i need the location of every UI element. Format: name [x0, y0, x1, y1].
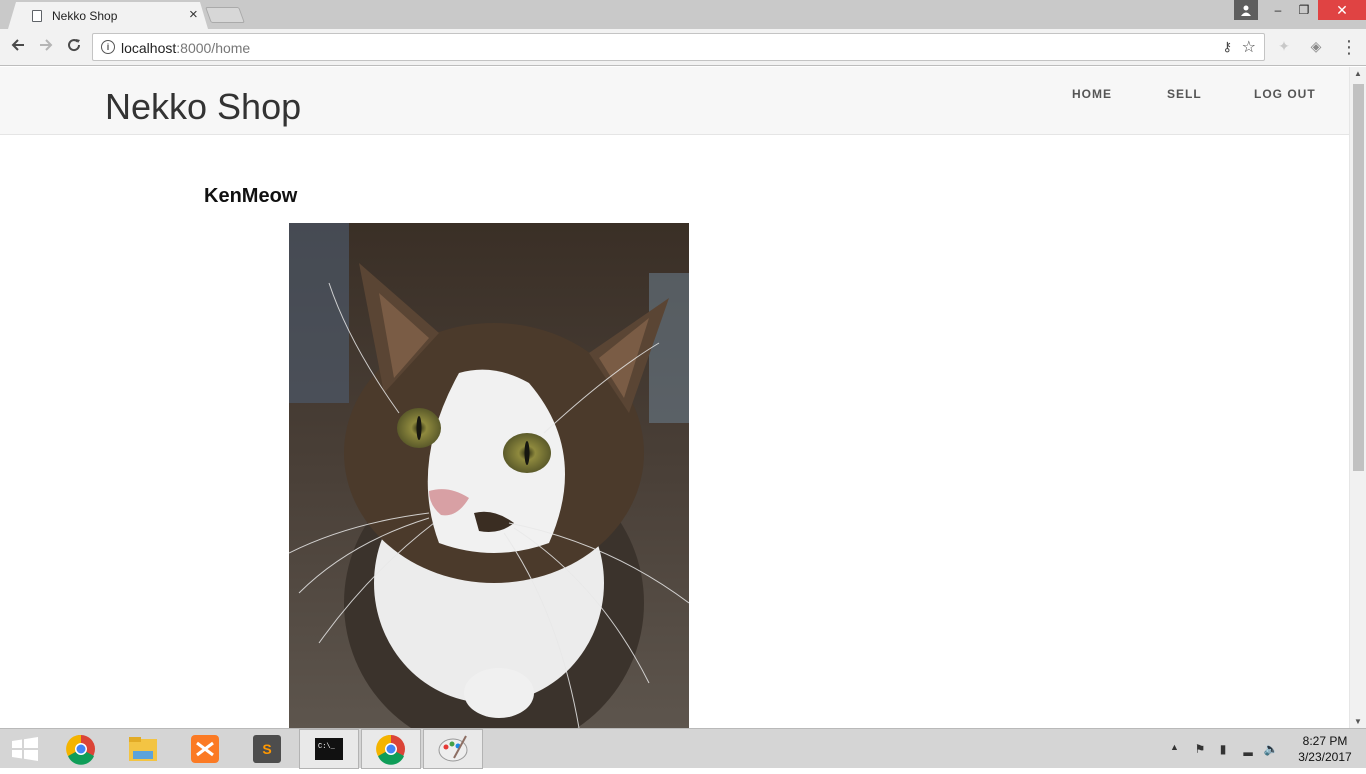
system-clock[interactable]: 8:27 PM 3/23/2017 [1290, 733, 1360, 765]
network-signal-icon[interactable]: ▂ [1240, 741, 1256, 757]
cat-photo [289, 223, 689, 728]
close-window-button[interactable]: ✕ [1318, 0, 1366, 20]
scroll-down-arrow-icon[interactable]: ▼ [1354, 717, 1362, 726]
action-center-flag-icon[interactable]: ⚑ [1192, 741, 1208, 757]
chrome-icon[interactable] [361, 729, 421, 769]
site-brand[interactable]: Nekko Shop [105, 86, 301, 128]
browser-tab[interactable]: Nekko Shop × [8, 2, 208, 29]
user-profile-icon[interactable] [1234, 0, 1258, 20]
command-prompt-icon[interactable]: C:\_ [299, 729, 359, 769]
sublime-text-icon[interactable]: S [237, 729, 297, 769]
browser-toolbar: i localhost:8000/home ⚷ ☆ ✦ ◈ ⋮ [0, 29, 1366, 66]
extension-icon[interactable]: ✦ [1276, 38, 1292, 54]
windows-start-icon[interactable] [0, 729, 50, 769]
chrome-menu-icon[interactable]: ⋮ [1340, 37, 1358, 57]
site-header: Nekko Shop HOME SELL LOG OUT [0, 67, 1349, 135]
product-title: KenMeow [204, 185, 298, 207]
clock-date: 3/23/2017 [1298, 750, 1352, 764]
nav-home-link[interactable]: HOME [1072, 87, 1112, 101]
extension-shield-icon[interactable]: ◈ [1308, 38, 1324, 54]
chrome-icon[interactable] [51, 729, 111, 769]
url-text[interactable]: localhost:8000/home [121, 40, 250, 56]
clock-time: 8:27 PM [1302, 734, 1348, 748]
svg-text:C:\_: C:\_ [318, 743, 336, 751]
nav-sell-link[interactable]: SELL [1167, 87, 1202, 101]
scroll-thumb[interactable] [1353, 84, 1364, 471]
address-bar[interactable]: i localhost:8000/home ⚷ ☆ [92, 33, 1265, 61]
windows-taskbar: S C:\_ ▲ ⚑ ▮ ▂ 🔈 8:27 PM 3/23/2017 [0, 728, 1366, 769]
nav-logout-link[interactable]: LOG OUT [1254, 87, 1316, 101]
page-icon [32, 10, 42, 22]
minimize-button[interactable]: – [1264, 0, 1292, 20]
paint-icon[interactable] [423, 729, 483, 769]
reload-icon[interactable] [64, 37, 84, 57]
forward-arrow-icon[interactable] [36, 37, 56, 57]
bookmark-star-icon[interactable]: ☆ [1242, 37, 1256, 57]
file-explorer-icon[interactable] [113, 729, 173, 769]
url-host: localhost [121, 40, 177, 56]
browser-tabstrip: Nekko Shop × – ❐ ✕ [0, 0, 1366, 29]
restore-button[interactable]: ❐ [1290, 0, 1318, 20]
url-path: :8000/home [176, 40, 251, 56]
scroll-up-arrow-icon[interactable]: ▲ [1354, 69, 1362, 78]
tray-expand-icon[interactable]: ▲ [1170, 742, 1179, 752]
tab-close-icon[interactable]: × [189, 7, 198, 23]
tab-title: Nekko Shop [52, 9, 118, 23]
svg-text:S: S [262, 741, 271, 757]
back-arrow-icon[interactable] [8, 37, 28, 57]
volume-icon[interactable]: 🔈 [1263, 741, 1279, 757]
page-viewport: Nekko Shop HOME SELL LOG OUT KenMeow [0, 67, 1349, 728]
key-icon[interactable]: ⚷ [1222, 39, 1232, 55]
new-tab-button[interactable] [205, 7, 245, 23]
power-icon[interactable]: ▮ [1215, 741, 1231, 757]
info-icon[interactable]: i [101, 40, 115, 54]
vertical-scrollbar[interactable]: ▲ ▼ [1349, 67, 1366, 728]
xampp-icon[interactable] [175, 729, 235, 769]
